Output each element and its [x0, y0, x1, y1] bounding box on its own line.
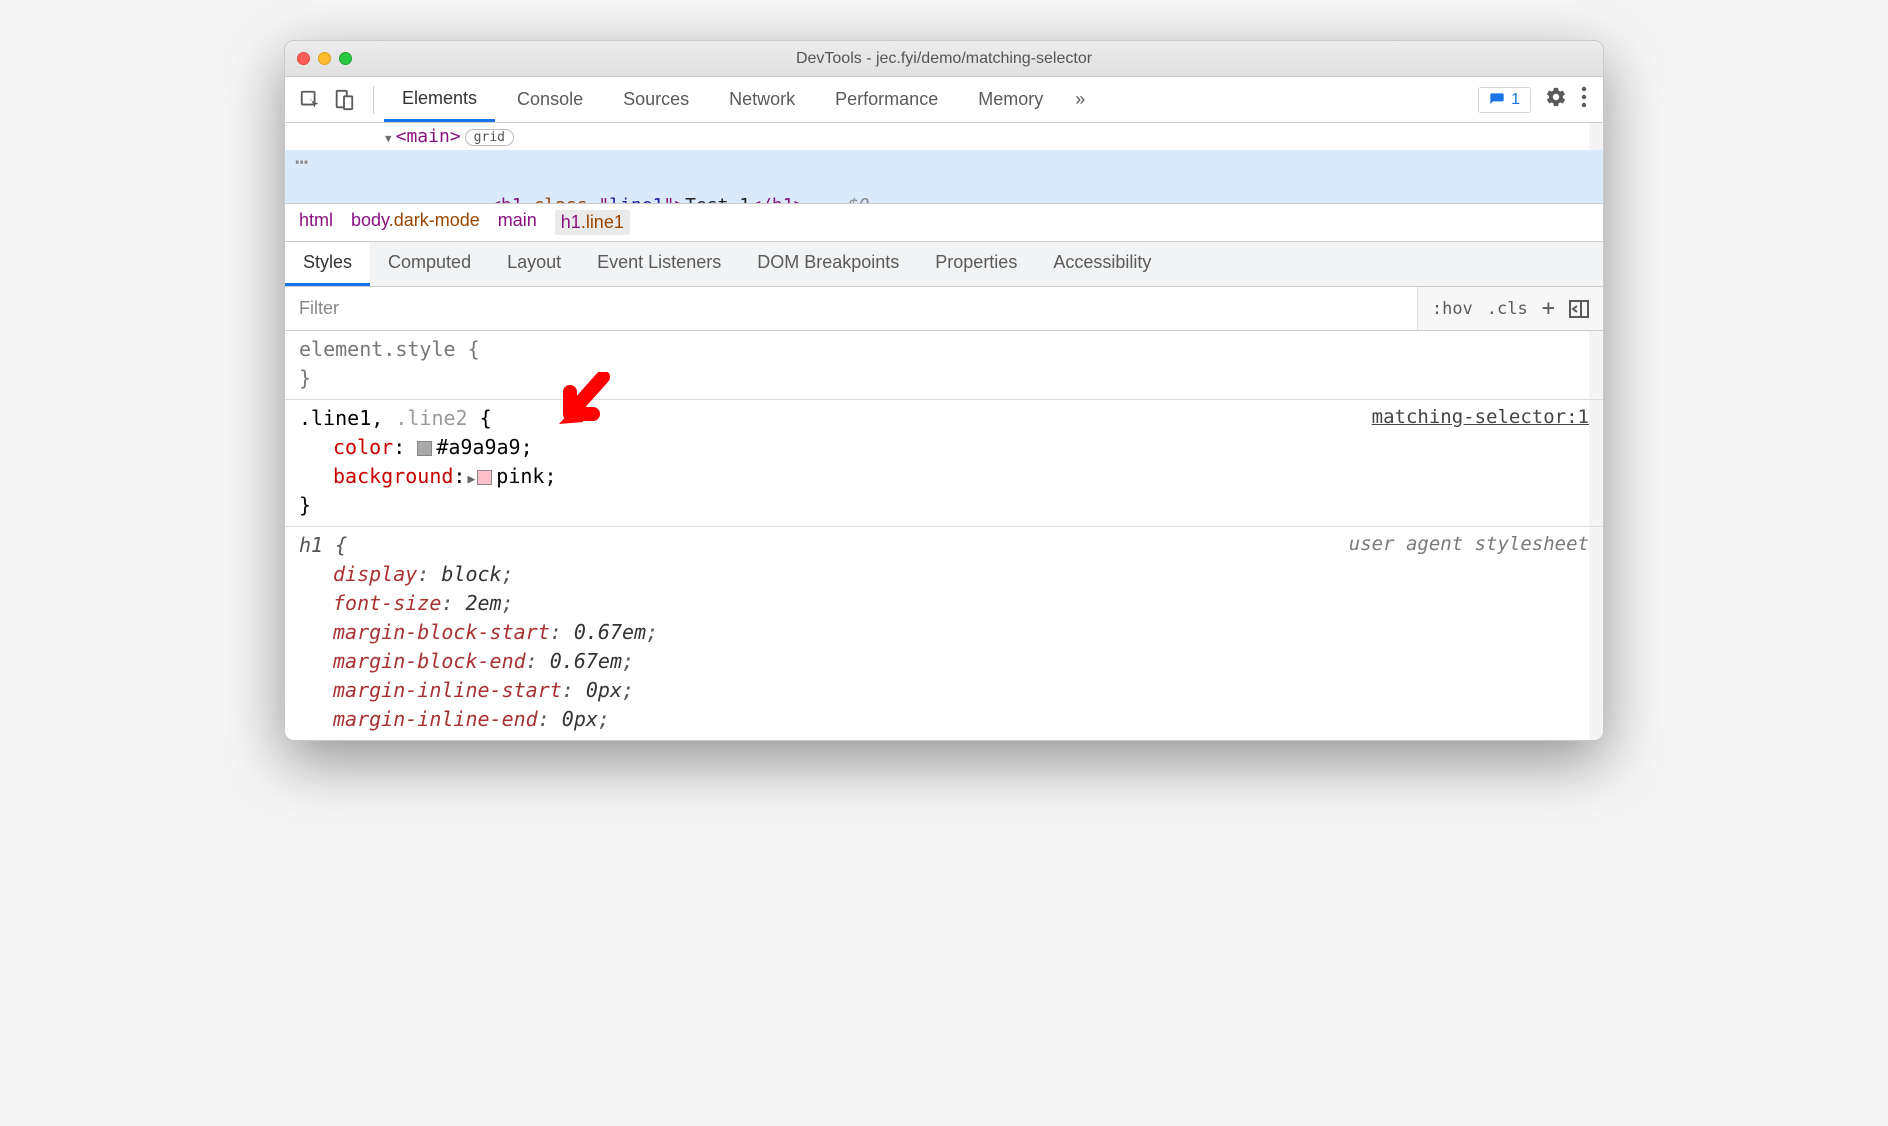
rule-user-agent-h1[interactable]: h1 { user agent stylesheet display: bloc… — [285, 527, 1603, 740]
dom-tree[interactable]: <main>grid ⋯ <h1 class="line1">Test 1</h… — [285, 123, 1603, 203]
titlebar: DevTools - jec.fyi/demo/matching-selecto… — [285, 41, 1603, 77]
issues-icon — [1489, 92, 1505, 108]
issues-count: 1 — [1511, 91, 1520, 109]
css-property: display: block; — [299, 560, 1589, 589]
css-property[interactable]: color: #a9a9a9; — [299, 433, 1589, 462]
styles-filter-input[interactable] — [285, 287, 1417, 330]
breadcrumb-item[interactable]: main — [498, 210, 537, 235]
styles-filter-row: :hov .cls + — [285, 287, 1603, 331]
tabs-overflow-button[interactable]: » — [1065, 83, 1095, 116]
styles-pane: element.style { } .line1, .line2 { match… — [285, 331, 1603, 740]
css-property: font-size: 2em; — [299, 589, 1589, 618]
tab-console[interactable]: Console — [499, 79, 601, 120]
tab-elements[interactable]: Elements — [384, 78, 495, 122]
breadcrumb-item[interactable]: body.dark-mode — [351, 210, 480, 235]
more-options-icon[interactable] — [1581, 86, 1587, 113]
sub-tab-dom-breakpoints[interactable]: DOM Breakpoints — [739, 242, 917, 286]
color-swatch-icon[interactable] — [417, 441, 432, 456]
window-title: DevTools - jec.fyi/demo/matching-selecto… — [285, 50, 1603, 68]
toggle-computed-panel-icon[interactable] — [1569, 300, 1589, 318]
css-property: margin-inline-start: 0px; — [299, 676, 1589, 705]
dom-node-main[interactable]: <main>grid — [285, 123, 1603, 150]
css-property: margin-block-end: 0.67em; — [299, 647, 1589, 676]
settings-icon[interactable] — [1545, 86, 1567, 113]
styles-sub-tabs: Styles Computed Layout Event Listeners D… — [285, 242, 1603, 287]
main-tab-bar: Elements Console Sources Network Perform… — [285, 77, 1603, 123]
breadcrumb: html body.dark-mode main h1.line1 — [285, 203, 1603, 242]
matched-selector: .line1 — [299, 406, 371, 430]
rule-element-style[interactable]: element.style { } — [285, 331, 1603, 400]
breadcrumb-item-current[interactable]: h1.line1 — [555, 210, 630, 235]
dom-node-h1-line1[interactable]: ⋯ <h1 class="line1">Test 1</h1> == $0 — [285, 150, 1603, 203]
device-toolbar-icon[interactable] — [333, 89, 355, 111]
cls-toggle[interactable]: .cls — [1487, 299, 1528, 319]
tab-sources[interactable]: Sources — [605, 79, 707, 120]
dom-ellipsis-icon[interactable]: ⋯ — [295, 156, 308, 170]
css-property: margin-inline-end: 0px; — [299, 705, 1589, 734]
expand-shorthand-icon[interactable]: ▶ — [467, 472, 475, 487]
stylesheet-source-link[interactable]: matching-selector:1 — [1372, 404, 1589, 433]
breadcrumb-item[interactable]: html — [299, 210, 333, 235]
css-property: margin-block-start: 0.67em; — [299, 618, 1589, 647]
grid-badge[interactable]: grid — [465, 129, 514, 146]
rule-line1-line2[interactable]: .line1, .line2 { matching-selector:1 col… — [285, 400, 1603, 527]
sub-tab-layout[interactable]: Layout — [489, 242, 579, 286]
tab-memory[interactable]: Memory — [960, 79, 1061, 120]
hov-toggle[interactable]: :hov — [1432, 299, 1473, 319]
unmatched-selector: .line2 — [395, 406, 467, 430]
tab-network[interactable]: Network — [711, 79, 813, 120]
sub-tab-accessibility[interactable]: Accessibility — [1035, 242, 1169, 286]
sub-tab-computed[interactable]: Computed — [370, 242, 489, 286]
sub-tab-event-listeners[interactable]: Event Listeners — [579, 242, 739, 286]
color-swatch-icon[interactable] — [477, 470, 492, 485]
user-agent-stylesheet-label: user agent stylesheet — [1349, 531, 1589, 560]
sub-tab-properties[interactable]: Properties — [917, 242, 1035, 286]
sub-tab-styles[interactable]: Styles — [285, 242, 370, 286]
tab-performance[interactable]: Performance — [817, 79, 956, 120]
inspect-element-icon[interactable] — [299, 89, 321, 111]
devtools-window: DevTools - jec.fyi/demo/matching-selecto… — [284, 40, 1604, 741]
css-property[interactable]: background:▶pink; — [299, 462, 1589, 491]
issues-badge[interactable]: 1 — [1478, 87, 1531, 113]
new-style-rule-button[interactable]: + — [1542, 296, 1555, 321]
